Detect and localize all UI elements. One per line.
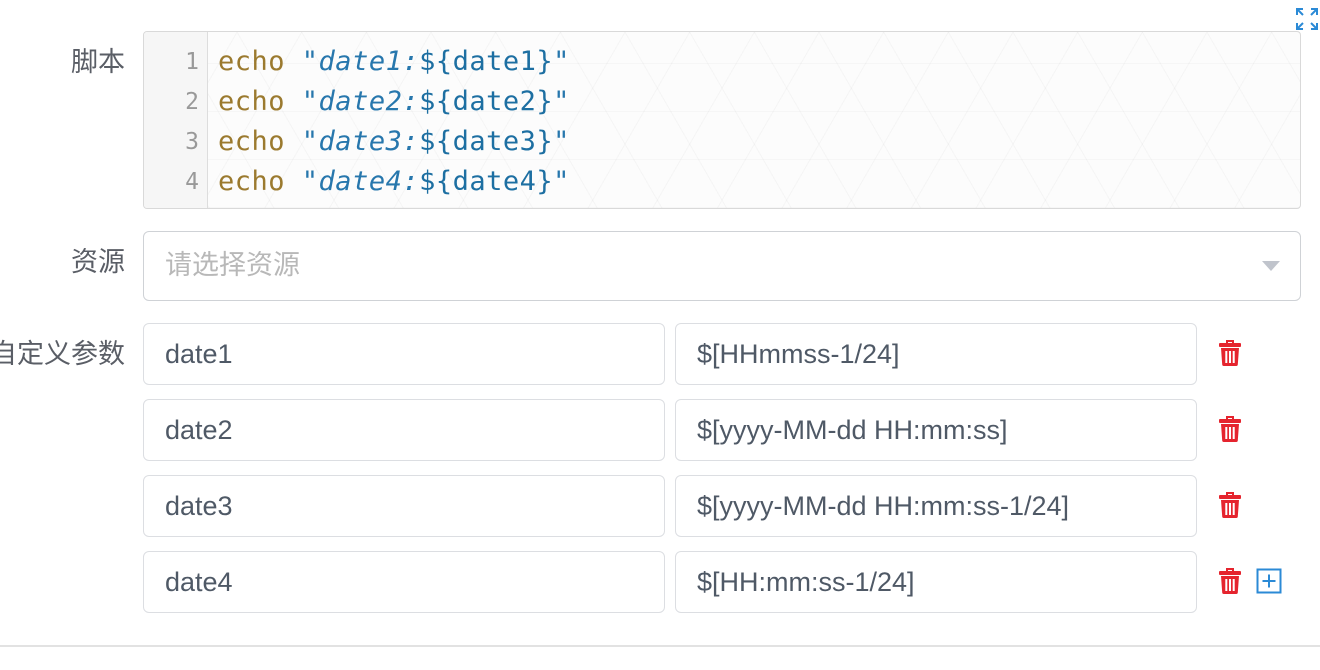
expand-icon[interactable]	[1296, 8, 1318, 30]
trash-icon[interactable]	[1218, 568, 1242, 594]
trash-icon[interactable]	[1218, 416, 1242, 442]
param-name-input[interactable]	[143, 399, 665, 461]
code-string: "date4:	[301, 166, 420, 197]
param-value-input[interactable]	[675, 323, 1197, 385]
trash-icon[interactable]	[1218, 492, 1242, 518]
param-value-input[interactable]	[675, 551, 1197, 613]
code-line[interactable]: echo "date2:${date2}"	[218, 82, 1300, 122]
code-string-close: "	[553, 46, 570, 77]
code-string-close: "	[553, 166, 570, 197]
param-name-input[interactable]	[143, 551, 665, 613]
script-label: 脚本	[71, 47, 125, 77]
plus-square-icon[interactable]	[1256, 568, 1282, 594]
code-area[interactable]: echo "date1:${date1}" echo "date2:${date…	[209, 32, 1300, 208]
code-string: "date3:	[301, 126, 420, 157]
code-line[interactable]: echo "date4:${date4}"	[218, 162, 1300, 202]
line-number: 2	[185, 89, 199, 115]
code-interpolation: ${date2}	[419, 86, 554, 117]
line-number-gutter: 1 2 3 4	[144, 32, 208, 208]
code-interpolation: ${date1}	[419, 46, 554, 77]
code-keyword: echo	[218, 46, 286, 77]
resource-label: 资源	[71, 247, 125, 277]
resource-select[interactable]: 请选择资源	[143, 231, 1301, 301]
line-number: 4	[185, 169, 199, 195]
code-string: "date2:	[301, 86, 420, 117]
code-string-close: "	[553, 126, 570, 157]
caret-down-icon[interactable]	[1262, 261, 1280, 271]
resource-placeholder: 请选择资源	[165, 250, 300, 280]
code-keyword: echo	[218, 86, 286, 117]
param-value-input[interactable]	[675, 475, 1197, 537]
code-interpolation: ${date3}	[419, 126, 554, 157]
line-number: 1	[185, 49, 199, 75]
line-number: 3	[185, 129, 199, 155]
param-name-input[interactable]	[143, 475, 665, 537]
divider	[0, 645, 1320, 647]
code-line[interactable]: echo "date3:${date3}"	[218, 122, 1300, 162]
code-interpolation: ${date4}	[419, 166, 554, 197]
param-name-input[interactable]	[143, 323, 665, 385]
code-line[interactable]: echo "date1:${date1}"	[218, 42, 1300, 82]
param-value-input[interactable]	[675, 399, 1197, 461]
params-label: 自定义参数	[0, 339, 125, 369]
code-string: "date1:	[301, 46, 420, 77]
code-string-close: "	[553, 86, 570, 117]
code-keyword: echo	[218, 166, 286, 197]
code-keyword: echo	[218, 126, 286, 157]
trash-icon[interactable]	[1218, 340, 1242, 366]
script-editor[interactable]: 1 2 3 4 echo "date1:${date1}" echo "date…	[143, 31, 1301, 209]
